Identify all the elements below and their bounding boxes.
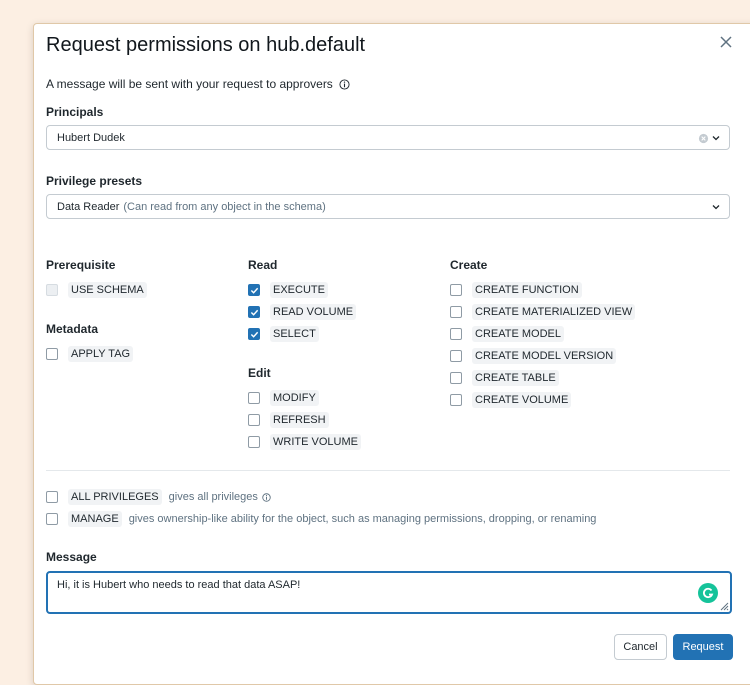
- info-text: A message will be sent with your request…: [46, 77, 333, 91]
- cancel-button[interactable]: Cancel: [614, 634, 667, 660]
- privilege-checkbox-create-function[interactable]: CREATE FUNCTION: [450, 282, 582, 298]
- privilege-checkbox-read-volume[interactable]: READ VOLUME: [248, 304, 357, 320]
- presets-label: Privilege presets: [46, 174, 143, 188]
- privilege-label: REFRESH: [270, 412, 329, 428]
- checkbox[interactable]: [46, 348, 58, 360]
- privilege-checkbox-apply-tag[interactable]: APPLY TAG: [46, 346, 134, 362]
- resize-handle-icon[interactable]: [719, 601, 729, 611]
- privilege-label: CREATE TABLE: [472, 370, 559, 386]
- privilege-checkbox-create-table[interactable]: CREATE TABLE: [450, 370, 559, 386]
- privilege-label: ALL PRIVILEGES: [68, 489, 162, 505]
- chevron-down-icon[interactable]: [711, 133, 721, 143]
- checkbox[interactable]: [248, 414, 260, 426]
- presets-value: Data Reader: [57, 200, 120, 213]
- privilege-checkbox-create-model-version[interactable]: CREATE MODEL VERSION: [450, 348, 617, 364]
- dialog-title: Request permissions on hub.default: [46, 34, 366, 56]
- privilege-label: READ VOLUME: [270, 304, 357, 320]
- checkbox[interactable]: [46, 491, 58, 503]
- privilege-checkbox-manage[interactable]: MANAGE gives ownership-like ability for …: [46, 511, 596, 527]
- checkbox[interactable]: [450, 372, 462, 384]
- all-privileges-desc: gives all privileges: [168, 491, 258, 503]
- checkbox[interactable]: [248, 284, 260, 296]
- message-textarea[interactable]: Hi, it is Hubert who needs to read that …: [46, 571, 732, 614]
- privilege-label: USE SCHEMA: [68, 282, 147, 298]
- message-text: Hi, it is Hubert who needs to read that …: [57, 579, 301, 591]
- check-icon: [250, 309, 258, 316]
- presets-select[interactable]: Data Reader (Can read from any object in…: [46, 194, 730, 219]
- checkbox[interactable]: [450, 350, 462, 362]
- create-heading: Create: [450, 258, 488, 272]
- privilege-checkbox-execute[interactable]: EXECUTE: [248, 282, 328, 298]
- divider: [46, 470, 730, 471]
- privilege-label: EXECUTE: [270, 282, 328, 298]
- privilege-label: WRITE VOLUME: [270, 434, 361, 450]
- privilege-label: SELECT: [270, 326, 319, 342]
- privilege-checkbox-refresh[interactable]: REFRESH: [248, 412, 329, 428]
- privilege-checkbox-create-model[interactable]: CREATE MODEL: [450, 326, 564, 342]
- clear-icon[interactable]: [698, 133, 709, 144]
- privilege-label: CREATE VOLUME: [472, 392, 572, 408]
- grammarly-icon[interactable]: [698, 583, 718, 603]
- check-icon: [250, 287, 258, 294]
- checkbox[interactable]: [46, 513, 58, 525]
- edit-heading: Edit: [248, 366, 271, 380]
- privilege-checkbox-write-volume[interactable]: WRITE VOLUME: [248, 434, 361, 450]
- privilege-checkbox-select[interactable]: SELECT: [248, 326, 319, 342]
- principals-label: Principals: [46, 105, 104, 119]
- privilege-checkbox-create-materialized-view[interactable]: CREATE MATERIALIZED VIEW: [450, 304, 636, 320]
- info-message: A message will be sent with your request…: [46, 77, 350, 91]
- request-button[interactable]: Request: [673, 634, 733, 660]
- info-icon[interactable]: [262, 492, 271, 502]
- checkbox[interactable]: [248, 392, 260, 404]
- privilege-label: CREATE MODEL: [472, 326, 564, 342]
- privilege-description: gives ownership-like ability for the obj…: [128, 513, 597, 525]
- info-icon[interactable]: [339, 78, 350, 90]
- metadata-heading: Metadata: [46, 322, 99, 336]
- checkbox[interactable]: [450, 394, 462, 406]
- read-heading: Read: [248, 258, 278, 272]
- privilege-checkbox-create-volume[interactable]: CREATE VOLUME: [450, 392, 572, 408]
- privilege-label: CREATE FUNCTION: [472, 282, 582, 298]
- privilege-label: CREATE MATERIALIZED VIEW: [472, 304, 636, 320]
- check-icon: [250, 331, 258, 338]
- checkbox[interactable]: [248, 436, 260, 448]
- checkbox[interactable]: [248, 306, 260, 318]
- checkbox[interactable]: [46, 284, 58, 296]
- privilege-checkbox-modify[interactable]: MODIFY: [248, 390, 319, 406]
- message-label: Message: [46, 550, 97, 564]
- presets-hint: (Can read from any object in the schema): [123, 200, 326, 213]
- privilege-label: MODIFY: [270, 390, 319, 406]
- privilege-label: CREATE MODEL VERSION: [472, 348, 617, 364]
- checkbox[interactable]: [450, 284, 462, 296]
- privilege-description: gives all privileges: [169, 491, 271, 503]
- close-icon[interactable]: [718, 34, 734, 50]
- principals-value: Hubert Dudek: [57, 131, 125, 144]
- privilege-checkbox-all-privileges[interactable]: ALL PRIVILEGES gives all privileges: [46, 489, 271, 505]
- chevron-down-icon[interactable]: [711, 202, 721, 212]
- checkbox[interactable]: [450, 328, 462, 340]
- prerequisite-heading: Prerequisite: [46, 258, 116, 272]
- privilege-checkbox-use-schema[interactable]: USE SCHEMA: [46, 282, 147, 298]
- checkbox[interactable]: [450, 306, 462, 318]
- principals-select[interactable]: Hubert Dudek: [46, 125, 730, 150]
- checkbox[interactable]: [248, 328, 260, 340]
- privilege-label: MANAGE: [68, 511, 122, 527]
- request-permissions-dialog: Request permissions on hub.default A mes…: [33, 23, 750, 685]
- privilege-label: APPLY TAG: [68, 346, 134, 362]
